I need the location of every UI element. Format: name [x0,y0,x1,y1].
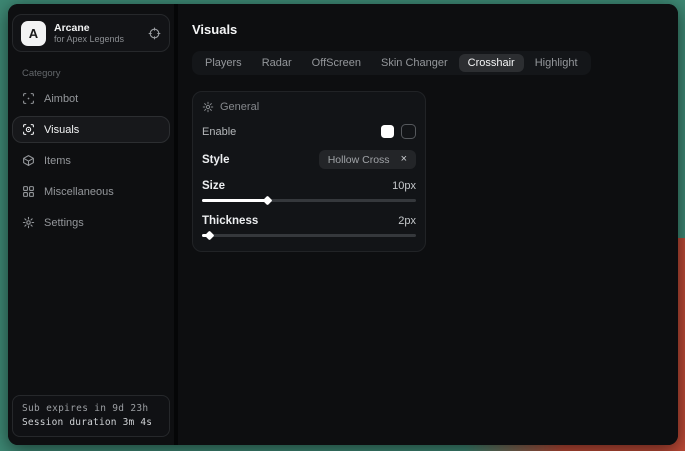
sidebar: A Arcane for Apex Legends Category [8,4,174,445]
app-header-card: A Arcane for Apex Legends [12,14,170,52]
size-label: Size [202,180,225,192]
style-row: Style Hollow Cross × [202,150,416,169]
panel-header: General [202,101,416,113]
style-value: Hollow Cross [328,154,390,166]
tab-players[interactable]: Players [196,54,251,72]
thickness-label: Thickness [202,215,258,227]
sidebar-nav: Aimbot Visuals Items [12,85,170,236]
style-label: Style [202,154,230,166]
gear-icon [22,216,35,229]
app-logo: A [21,21,46,46]
sidebar-item-miscellaneous[interactable]: Miscellaneous [12,178,170,205]
crosshair-target-icon[interactable] [148,27,161,40]
enable-label: Enable [202,126,236,138]
sub-expires-text: Sub expires in 9d 23h [22,402,160,416]
tab-radar[interactable]: Radar [253,54,301,72]
crosshair-scan-icon [22,92,35,105]
main-content: Visuals Players Radar OffScreen Skin Cha… [178,4,678,445]
visuals-tabbar: Players Radar OffScreen Skin Changer Cro… [192,51,591,75]
sidebar-item-label: Aimbot [44,93,78,105]
app-subtitle: for Apex Legends [54,34,140,44]
slider-thumb[interactable] [205,231,215,241]
sidebar-item-items[interactable]: Items [12,147,170,174]
thickness-slider[interactable] [202,232,416,239]
size-row: Size 10px [202,180,416,192]
tab-offscreen[interactable]: OffScreen [303,54,370,72]
page-title: Visuals [192,22,664,37]
cheat-menu-window: A Arcane for Apex Legends Category [8,4,678,445]
sidebar-item-label: Settings [44,217,84,229]
tab-skin-changer[interactable]: Skin Changer [372,54,457,72]
sidebar-item-settings[interactable]: Settings [12,209,170,236]
enable-row: Enable [202,124,416,139]
general-panel: General Enable Style Hollow Cross × Size… [192,91,426,252]
gear-icon [202,101,214,113]
enable-checkbox[interactable] [381,125,394,138]
thickness-value: 2px [398,215,416,227]
sidebar-item-label: Items [44,155,71,167]
subscription-info-card: Sub expires in 9d 23h Session duration 3… [12,395,170,438]
panel-title: General [220,101,259,113]
keybind-box[interactable] [401,124,416,139]
style-select[interactable]: Hollow Cross × [319,150,416,169]
cube-icon [22,154,35,167]
sidebar-item-aimbot[interactable]: Aimbot [12,85,170,112]
size-slider[interactable] [202,197,416,204]
app-name: Arcane [54,22,140,34]
tab-highlight[interactable]: Highlight [526,54,587,72]
slider-track [202,234,416,237]
tab-crosshair[interactable]: Crosshair [459,54,524,72]
session-duration-text: Session duration 3m 4s [22,416,160,430]
slider-thumb[interactable] [263,196,273,206]
sidebar-item-label: Miscellaneous [44,186,114,198]
layout-grid-icon [22,185,35,198]
eye-scan-icon [22,123,35,136]
sidebar-item-label: Visuals [44,124,79,136]
category-label: Category [22,68,170,79]
size-value: 10px [392,180,416,192]
app-logo-letter: A [29,26,38,41]
sidebar-item-visuals[interactable]: Visuals [12,116,170,143]
app-meta: Arcane for Apex Legends [54,22,140,44]
enable-controls [381,124,416,139]
close-icon[interactable]: × [401,154,407,165]
slider-fill [202,199,267,202]
thickness-row: Thickness 2px [202,215,416,227]
